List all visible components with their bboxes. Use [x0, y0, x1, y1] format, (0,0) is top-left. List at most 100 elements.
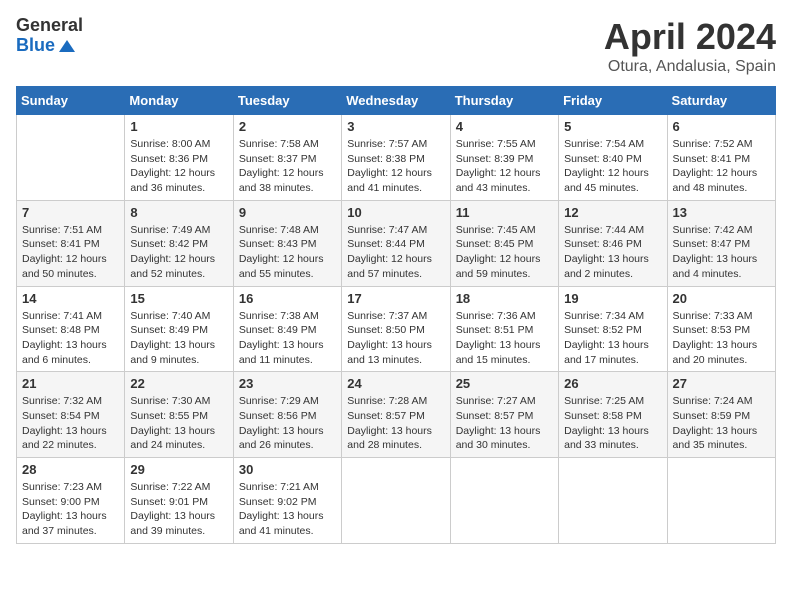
calendar-cell: 3 Sunrise: 7:57 AMSunset: 8:38 PMDaylight… — [342, 115, 450, 201]
calendar-cell: 17 Sunrise: 7:37 AMSunset: 8:50 PMDayligh… — [342, 286, 450, 372]
cell-date-number: 12 — [564, 205, 661, 220]
column-header-tuesday: Tuesday — [233, 87, 341, 115]
cell-date-number: 30 — [239, 462, 336, 477]
cell-date-number: 13 — [673, 205, 770, 220]
calendar-cell: 12 Sunrise: 7:44 AMSunset: 8:46 PMDayligh… — [559, 200, 667, 286]
cell-info-text: Sunrise: 7:52 AMSunset: 8:41 PMDaylight:… — [673, 137, 770, 196]
logo-general: General — [16, 16, 83, 36]
calendar-cell: 25 Sunrise: 7:27 AMSunset: 8:57 PMDayligh… — [450, 372, 558, 458]
calendar-cell — [342, 458, 450, 544]
cell-info-text: Sunrise: 7:37 AMSunset: 8:50 PMDaylight:… — [347, 309, 444, 368]
cell-date-number: 26 — [564, 376, 661, 391]
column-header-sunday: Sunday — [17, 87, 125, 115]
cell-date-number: 2 — [239, 119, 336, 134]
cell-info-text: Sunrise: 7:34 AMSunset: 8:52 PMDaylight:… — [564, 309, 661, 368]
calendar-cell: 2 Sunrise: 7:58 AMSunset: 8:37 PMDaylight… — [233, 115, 341, 201]
cell-date-number: 9 — [239, 205, 336, 220]
logo-triangle-icon — [57, 36, 77, 56]
cell-date-number: 27 — [673, 376, 770, 391]
cell-info-text: Sunrise: 7:41 AMSunset: 8:48 PMDaylight:… — [22, 309, 119, 368]
cell-date-number: 22 — [130, 376, 227, 391]
cell-info-text: Sunrise: 7:40 AMSunset: 8:49 PMDaylight:… — [130, 309, 227, 368]
calendar-cell: 11Sunrise: 7:45 AMSunset: 8:45 PMDayligh… — [450, 200, 558, 286]
cell-info-text: Sunrise: 7:58 AMSunset: 8:37 PMDaylight:… — [239, 137, 336, 196]
calendar-cell: 9Sunrise: 7:48 AMSunset: 8:43 PMDaylight… — [233, 200, 341, 286]
cell-info-text: Sunrise: 8:00 AMSunset: 8:36 PMDaylight:… — [130, 137, 227, 196]
calendar-cell: 7 Sunrise: 7:51 AMSunset: 8:41 PMDaylight… — [17, 200, 125, 286]
cell-date-number: 17 — [347, 291, 444, 306]
cell-info-text: Sunrise: 7:29 AMSunset: 8:56 PMDaylight:… — [239, 394, 336, 453]
cell-info-text: Sunrise: 7:27 AMSunset: 8:57 PMDaylight:… — [456, 394, 553, 453]
column-header-friday: Friday — [559, 87, 667, 115]
cell-info-text: Sunrise: 7:47 AMSunset: 8:44 PMDaylight:… — [347, 223, 444, 282]
cell-info-text: Sunrise: 7:38 AMSunset: 8:49 PMDaylight:… — [239, 309, 336, 368]
cell-info-text: Sunrise: 7:33 AMSunset: 8:53 PMDaylight:… — [673, 309, 770, 368]
calendar-cell: 22Sunrise: 7:30 AMSunset: 8:55 PMDayligh… — [125, 372, 233, 458]
location-title: Otura, Andalusia, Spain — [604, 58, 776, 76]
calendar-cell: 6 Sunrise: 7:52 AMSunset: 8:41 PMDaylight… — [667, 115, 775, 201]
column-header-saturday: Saturday — [667, 87, 775, 115]
calendar-cell: 29 Sunrise: 7:22 AMSunset: 9:01 PMDayligh… — [125, 458, 233, 544]
week-row-5: 28Sunrise: 7:23 AMSunset: 9:00 PMDayligh… — [17, 458, 776, 544]
cell-info-text: Sunrise: 7:22 AMSunset: 9:01 PMDaylight:… — [130, 480, 227, 539]
calendar-cell: 5 Sunrise: 7:54 AMSunset: 8:40 PMDaylight… — [559, 115, 667, 201]
cell-info-text: Sunrise: 7:51 AMSunset: 8:41 PMDaylight:… — [22, 223, 119, 282]
calendar-cell: 30 Sunrise: 7:21 AMSunset: 9:02 PMDayligh… — [233, 458, 341, 544]
calendar-cell: 15Sunrise: 7:40 AMSunset: 8:49 PMDayligh… — [125, 286, 233, 372]
calendar-table: SundayMondayTuesdayWednesdayThursdayFrid… — [16, 86, 776, 544]
cell-date-number: 10 — [347, 205, 444, 220]
column-header-monday: Monday — [125, 87, 233, 115]
calendar-cell: 24 Sunrise: 7:28 AMSunset: 8:57 PMDayligh… — [342, 372, 450, 458]
cell-date-number: 19 — [564, 291, 661, 306]
cell-info-text: Sunrise: 7:21 AMSunset: 9:02 PMDaylight:… — [239, 480, 336, 539]
cell-date-number: 20 — [673, 291, 770, 306]
cell-info-text: Sunrise: 7:32 AMSunset: 8:54 PMDaylight:… — [22, 394, 119, 453]
calendar-cell: 23 Sunrise: 7:29 AMSunset: 8:56 PMDayligh… — [233, 372, 341, 458]
month-title: April 2024 — [604, 16, 776, 58]
calendar-cell: 14 Sunrise: 7:41 AMSunset: 8:48 PMDayligh… — [17, 286, 125, 372]
logo-blue: Blue — [16, 36, 55, 56]
calendar-cell: 8Sunrise: 7:49 AMSunset: 8:42 PMDaylight… — [125, 200, 233, 286]
logo: General Blue — [16, 16, 83, 56]
cell-info-text: Sunrise: 7:49 AMSunset: 8:42 PMDaylight:… — [130, 223, 227, 282]
column-header-row: SundayMondayTuesdayWednesdayThursdayFrid… — [17, 87, 776, 115]
week-row-4: 21Sunrise: 7:32 AMSunset: 8:54 PMDayligh… — [17, 372, 776, 458]
column-header-thursday: Thursday — [450, 87, 558, 115]
cell-date-number: 3 — [347, 119, 444, 134]
calendar-cell: 27 Sunrise: 7:24 AMSunset: 8:59 PMDayligh… — [667, 372, 775, 458]
cell-date-number: 29 — [130, 462, 227, 477]
column-header-wednesday: Wednesday — [342, 87, 450, 115]
week-row-2: 7 Sunrise: 7:51 AMSunset: 8:41 PMDaylight… — [17, 200, 776, 286]
page-header: General Blue April 2024 Otura, Andalusia… — [16, 16, 776, 76]
calendar-cell — [17, 115, 125, 201]
calendar-cell — [450, 458, 558, 544]
cell-date-number: 1 — [130, 119, 227, 134]
calendar-cell: 19 Sunrise: 7:34 AMSunset: 8:52 PMDayligh… — [559, 286, 667, 372]
cell-info-text: Sunrise: 7:54 AMSunset: 8:40 PMDaylight:… — [564, 137, 661, 196]
cell-info-text: Sunrise: 7:28 AMSunset: 8:57 PMDaylight:… — [347, 394, 444, 453]
cell-info-text: Sunrise: 7:23 AMSunset: 9:00 PMDaylight:… — [22, 480, 119, 539]
calendar-cell: 26Sunrise: 7:25 AMSunset: 8:58 PMDayligh… — [559, 372, 667, 458]
cell-date-number: 14 — [22, 291, 119, 306]
calendar-cell — [667, 458, 775, 544]
cell-info-text: Sunrise: 7:55 AMSunset: 8:39 PMDaylight:… — [456, 137, 553, 196]
cell-info-text: Sunrise: 7:36 AMSunset: 8:51 PMDaylight:… — [456, 309, 553, 368]
cell-info-text: Sunrise: 7:24 AMSunset: 8:59 PMDaylight:… — [673, 394, 770, 453]
cell-date-number: 6 — [673, 119, 770, 134]
week-row-3: 14 Sunrise: 7:41 AMSunset: 8:48 PMDayligh… — [17, 286, 776, 372]
cell-date-number: 25 — [456, 376, 553, 391]
cell-info-text: Sunrise: 7:44 AMSunset: 8:46 PMDaylight:… — [564, 223, 661, 282]
cell-date-number: 24 — [347, 376, 444, 391]
calendar-cell: 21Sunrise: 7:32 AMSunset: 8:54 PMDayligh… — [17, 372, 125, 458]
calendar-cell — [559, 458, 667, 544]
cell-info-text: Sunrise: 7:57 AMSunset: 8:38 PMDaylight:… — [347, 137, 444, 196]
week-row-1: 1 Sunrise: 8:00 AMSunset: 8:36 PMDaylight… — [17, 115, 776, 201]
calendar-cell: 4 Sunrise: 7:55 AMSunset: 8:39 PMDaylight… — [450, 115, 558, 201]
cell-date-number: 5 — [564, 119, 661, 134]
cell-date-number: 7 — [22, 205, 119, 220]
calendar-cell: 16Sunrise: 7:38 AMSunset: 8:49 PMDayligh… — [233, 286, 341, 372]
calendar-cell: 20 Sunrise: 7:33 AMSunset: 8:53 PMDayligh… — [667, 286, 775, 372]
cell-date-number: 23 — [239, 376, 336, 391]
cell-info-text: Sunrise: 7:45 AMSunset: 8:45 PMDaylight:… — [456, 223, 553, 282]
cell-date-number: 4 — [456, 119, 553, 134]
